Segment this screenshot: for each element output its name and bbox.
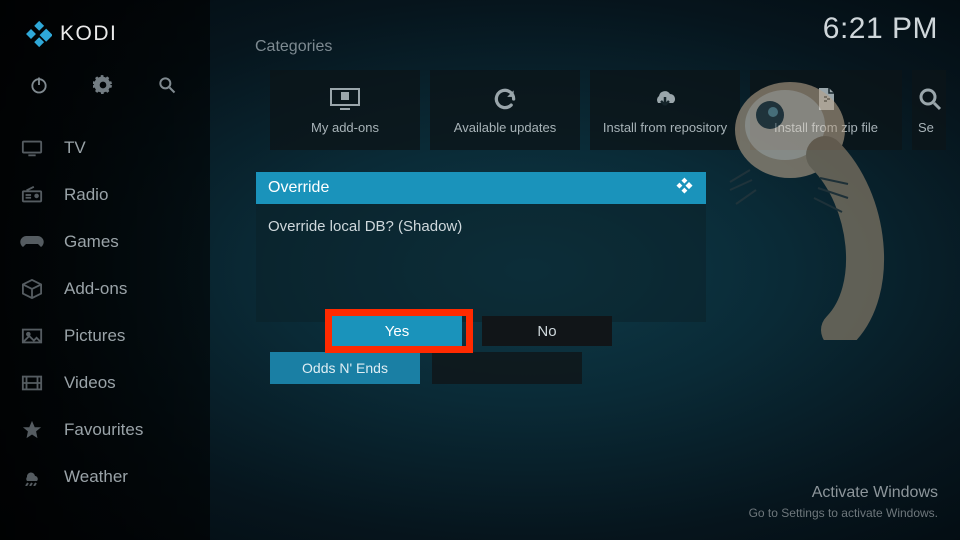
category-label: Se [918, 120, 934, 136]
film-icon [20, 374, 44, 392]
sidebar-item-label: TV [64, 138, 86, 158]
sidebar-item-videos[interactable]: Videos [0, 359, 210, 406]
box-icon [20, 279, 44, 299]
sidebar-item-pictures[interactable]: Pictures [0, 312, 210, 359]
category-install-from-zip[interactable]: Install from zip file [750, 70, 902, 150]
app-root: KODI TV Radio Games Add-ons [0, 0, 960, 540]
sidebar-item-label: Weather [64, 467, 128, 487]
search-icon [918, 84, 942, 114]
star-icon [20, 420, 44, 440]
brand-name: KODI [60, 22, 117, 46]
toolbar [0, 66, 210, 118]
sidebar-item-games[interactable]: Games [0, 218, 210, 265]
power-icon[interactable] [28, 74, 50, 96]
sidebar-item-label: Favourites [64, 420, 143, 440]
category-my-addons[interactable]: My add-ons [270, 70, 420, 150]
sidebar-item-addons[interactable]: Add-ons [0, 265, 210, 312]
dialog-message: Override local DB? (Shadow) [268, 218, 462, 235]
dialog-title: Override [268, 179, 329, 197]
picture-icon [20, 327, 44, 345]
gear-icon[interactable] [92, 74, 114, 96]
nav: TV Radio Games Add-ons Pictures Videos [0, 118, 210, 500]
odds-n-ends-button[interactable]: Odds N' Ends [270, 352, 420, 384]
gamepad-icon [20, 234, 44, 250]
category-label: My add-ons [311, 120, 379, 136]
sidebar-item-label: Games [64, 232, 119, 252]
sidebar-item-weather[interactable]: Weather [0, 453, 210, 500]
category-install-from-repository[interactable]: Install from repository [590, 70, 740, 150]
sidebar-item-label: Add-ons [64, 279, 127, 299]
radio-icon [20, 186, 44, 204]
override-dialog: Override Override local DB? (Shadow) [256, 172, 706, 322]
category-label: Install from zip file [774, 120, 878, 136]
category-label: Install from repository [603, 120, 727, 136]
sidebar-item-favourites[interactable]: Favourites [0, 406, 210, 453]
kodi-logo-small-icon [674, 176, 694, 201]
brand: KODI [0, 0, 210, 66]
watermark-subtitle: Go to Settings to activate Windows. [749, 506, 938, 520]
sidebar: KODI TV Radio Games Add-ons [0, 0, 210, 540]
categories-row: My add-ons Available updates Install fro… [270, 70, 946, 150]
categories-heading: Categories [255, 38, 332, 56]
sidebar-item-tv[interactable]: TV [0, 124, 210, 171]
background-button [432, 352, 582, 384]
search-icon[interactable] [156, 74, 178, 96]
category-label: Available updates [454, 120, 556, 136]
sidebar-item-label: Pictures [64, 326, 125, 346]
category-available-updates[interactable]: Available updates [430, 70, 580, 150]
dialog-body: Override local DB? (Shadow) [256, 204, 706, 322]
monitor-box-icon [328, 84, 362, 114]
tutorial-highlight [325, 309, 473, 353]
kodi-logo-icon [24, 20, 52, 48]
tv-icon [20, 139, 44, 157]
zip-file-icon [814, 84, 838, 114]
category-search-partial[interactable]: Se [912, 70, 946, 150]
cloud-download-icon [650, 84, 680, 114]
clock: 6:21 PM [823, 12, 938, 46]
refresh-icon [492, 84, 518, 114]
dialog-header: Override [256, 172, 706, 204]
no-button[interactable]: No [482, 316, 612, 346]
watermark-title: Activate Windows [812, 484, 938, 502]
sidebar-item-label: Videos [64, 373, 116, 393]
weather-icon [20, 468, 44, 486]
sidebar-item-label: Radio [64, 185, 108, 205]
sidebar-item-radio[interactable]: Radio [0, 171, 210, 218]
